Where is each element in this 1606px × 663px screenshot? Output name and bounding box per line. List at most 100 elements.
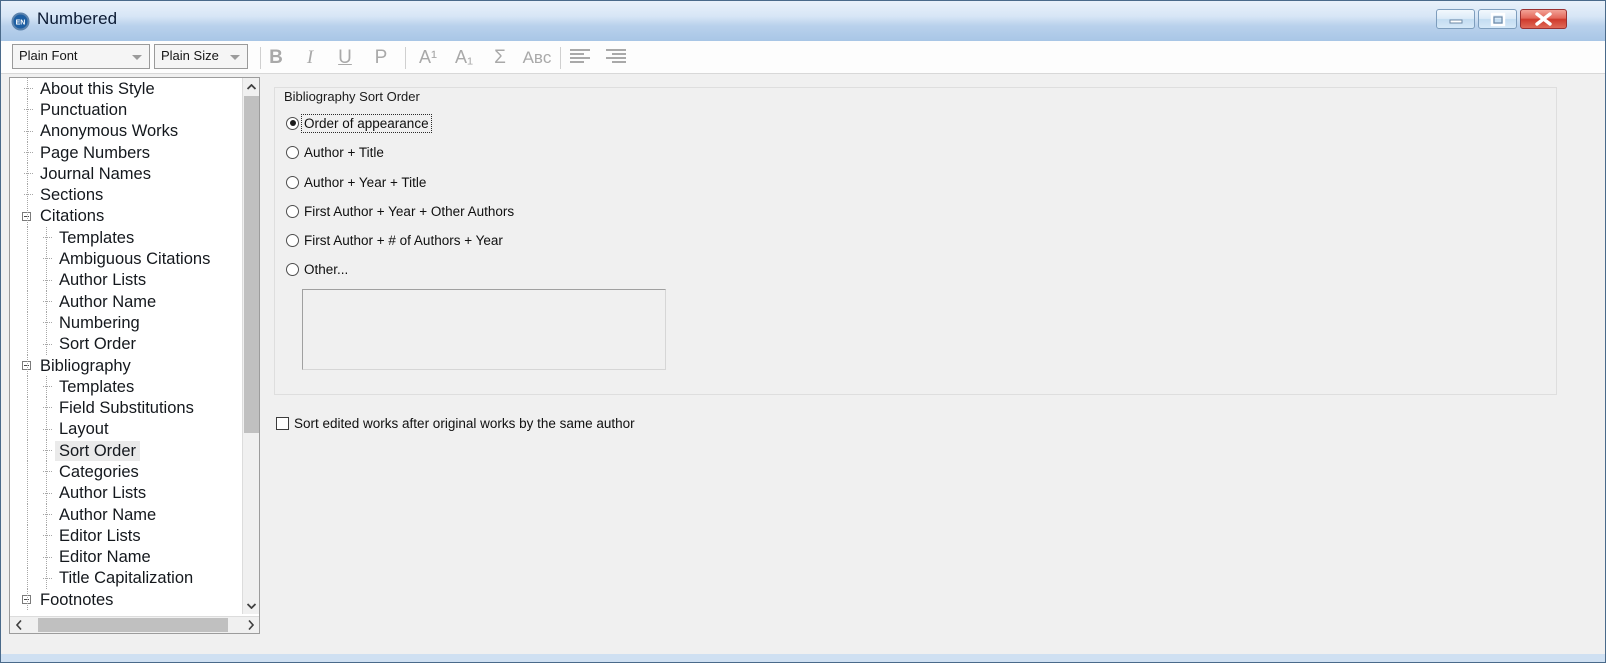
radio-option-first-author-year-other-authors[interactable]: First Author + Year + Other Authors	[286, 201, 516, 221]
tree-connector-line	[43, 471, 53, 473]
symbol-button[interactable]: Σ	[483, 41, 517, 74]
font-select-value: Plain Font	[19, 48, 78, 63]
tree-item-about-this-style[interactable]: About this Style	[10, 78, 242, 100]
tree-item-anonymous-works[interactable]: Anonymous Works	[10, 120, 242, 142]
tree-connector-line	[27, 78, 28, 100]
tree-connector-line	[27, 312, 28, 334]
tree-item-author-lists[interactable]: Author Lists	[10, 482, 242, 504]
tree-connector-line	[46, 312, 47, 334]
tree-item-sort-order[interactable]: Sort Order	[10, 440, 242, 462]
radio-option-other[interactable]: Other...	[286, 259, 350, 279]
tree-connector-line	[46, 440, 47, 462]
tree-connector-line	[27, 525, 28, 547]
scroll-up-button[interactable]	[243, 78, 259, 95]
subscript-button[interactable]: A₁	[447, 41, 481, 74]
tree-item-author-name[interactable]: Author Name	[10, 290, 242, 313]
sigma-icon: Σ	[494, 46, 506, 68]
radio-mark	[286, 116, 299, 130]
other-sort-order-textarea[interactable]	[302, 289, 666, 370]
tree-item-editor-name[interactable]: Editor Name	[10, 546, 242, 568]
tree-connector-line	[46, 269, 47, 291]
tree-item-label: Journal Names	[40, 164, 151, 183]
tree-item-label: Punctuation	[40, 100, 128, 119]
radio-option-order-of-appearance[interactable]: Order of appearance	[286, 113, 432, 133]
tree-horizontal-scrollbar-thumb[interactable]	[38, 618, 228, 632]
tree-item-templates[interactable]: Templates	[10, 376, 242, 398]
tree-connector-line	[43, 322, 53, 324]
tree-connector-line	[27, 397, 28, 419]
tree-item-punctuation[interactable]: Punctuation	[10, 99, 242, 121]
tree-connector-line	[27, 184, 28, 206]
sort-edited-works-checkbox[interactable]: Sort edited works after original works b…	[276, 416, 635, 431]
bold-icon: B	[269, 46, 283, 68]
tree-connector-line	[46, 482, 47, 504]
tree-connector-line	[43, 279, 53, 281]
tree-item-templates[interactable]: Templates	[10, 227, 242, 249]
tree-horizontal-scrollbar[interactable]	[10, 616, 259, 633]
tree-item-page-numbers[interactable]: Page Numbers	[10, 141, 242, 164]
tree-item-bibliography[interactable]: Bibliography	[10, 354, 242, 377]
tree-item-layout[interactable]: Layout	[10, 418, 242, 441]
radio-option-author-title[interactable]: Author + Title	[286, 142, 386, 162]
underline-button[interactable]: U	[328, 41, 362, 74]
radio-option-label: Order of appearance	[301, 113, 432, 133]
tree-item-list: About this Style Punctuation Anonymous Wor…	[10, 78, 242, 611]
tree-vertical-scrollbar-thumb[interactable]	[244, 96, 259, 433]
scroll-right-button[interactable]	[242, 617, 259, 633]
tree-item-author-name[interactable]: Author Name	[10, 503, 242, 526]
tree-item-label: About this Style	[40, 79, 155, 98]
tree-item-ambiguous-citations[interactable]: Ambiguous Citations	[10, 248, 242, 270]
tree-item-sections[interactable]: Sections	[10, 184, 242, 206]
tree-item-citations[interactable]: Citations	[10, 205, 242, 228]
endnote-en-icon: EN	[11, 12, 30, 31]
tree-connector-line	[43, 428, 53, 430]
tree-connector-line	[43, 386, 53, 388]
tree-item-categories[interactable]: Categories	[10, 461, 242, 483]
tree-connector-line	[24, 151, 34, 153]
radio-mark	[286, 262, 299, 276]
tree-item-author-lists[interactable]: Author Lists	[10, 269, 242, 291]
tree-item-footnotes[interactable]: Footnotes	[10, 589, 242, 611]
align-right-button[interactable]	[599, 41, 633, 74]
tree-item-label: Ambiguous Citations	[59, 250, 211, 269]
radio-option-author-year-title[interactable]: Author + Year + Title	[286, 172, 428, 192]
tree-connector-line	[43, 556, 53, 558]
tree-item-label: Sections	[40, 186, 104, 205]
tree-connector-line	[46, 567, 47, 590]
tree-connector-line	[27, 333, 28, 355]
tree-item-field-substitutions[interactable]: Field Substitutions	[10, 397, 242, 419]
tree-item-label: Sort Order	[59, 335, 137, 354]
maximize-button[interactable]	[1478, 9, 1517, 29]
title-bar[interactable]: EN Numbered	[1, 1, 1605, 41]
window-bottom-frame	[1, 654, 1605, 662]
tree-connector-line	[27, 418, 28, 441]
tree-item-numbering[interactable]: Numbering	[10, 312, 242, 334]
minimize-button[interactable]	[1436, 9, 1475, 29]
scroll-left-button[interactable]	[10, 617, 27, 633]
tree-connector-line	[24, 130, 34, 132]
tree-item-label: Author Name	[59, 505, 157, 524]
underline-icon: U	[338, 46, 352, 68]
spellcheck-abc-icon: Aʙᴄ	[522, 47, 552, 67]
tree-connector-line	[27, 589, 28, 611]
tree-item-label: Author Name	[59, 292, 157, 311]
tree-vertical-scrollbar[interactable]	[242, 78, 259, 614]
scroll-down-button[interactable]	[243, 597, 259, 614]
groupbox-title: Bibliography Sort Order	[280, 89, 424, 104]
tree-item-editor-lists[interactable]: Editor Lists	[10, 525, 242, 547]
font-select[interactable]: Plain Font	[12, 44, 150, 69]
spellcheck-button[interactable]: Aʙᴄ	[515, 41, 559, 74]
tree-item-journal-names[interactable]: Journal Names	[10, 163, 242, 185]
close-button[interactable]	[1520, 9, 1567, 29]
plain-button[interactable]: P	[364, 41, 398, 74]
align-left-button[interactable]	[563, 41, 597, 74]
superscript-button[interactable]: A¹	[411, 41, 445, 74]
italic-button[interactable]: I	[293, 41, 327, 74]
size-select[interactable]: Plain Size	[154, 44, 248, 69]
tree-item-sort-order[interactable]: Sort Order	[10, 333, 242, 355]
tree-scroll-area: About this Style Punctuation Anonymous Wor…	[10, 78, 242, 614]
bold-button[interactable]: B	[259, 41, 293, 74]
tree-connector-line	[46, 546, 47, 568]
tree-item-title-capitalization[interactable]: Title Capitalization	[10, 567, 242, 590]
radio-option-first-author-of-authors-year[interactable]: First Author + # of Authors + Year	[286, 230, 505, 250]
